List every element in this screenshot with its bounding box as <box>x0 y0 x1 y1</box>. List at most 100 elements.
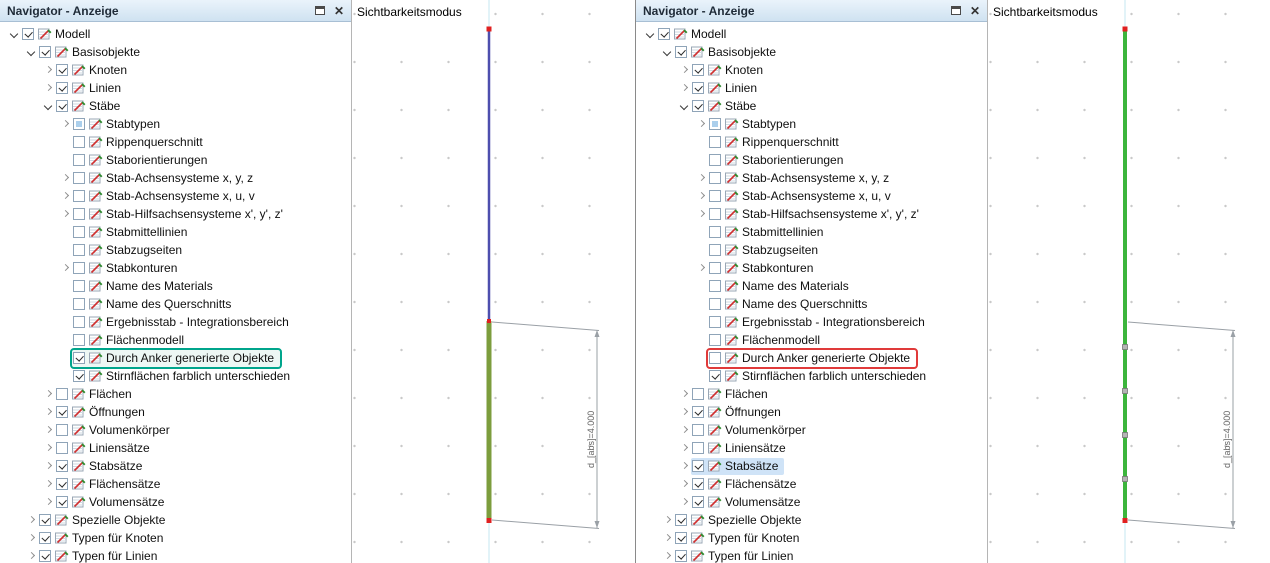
visibility-checkbox-on[interactable] <box>675 532 687 544</box>
tree-item-label[interactable]: Flächensätze <box>723 476 799 493</box>
visibility-checkbox-on[interactable] <box>56 82 68 94</box>
visibility-checkbox-off[interactable] <box>73 280 85 292</box>
viewport[interactable]: Sichtbarkeitsmodus d_[abs]=4.000 <box>352 0 635 563</box>
visibility-checkbox-on[interactable] <box>658 28 670 40</box>
tree-item-label[interactable]: Stabkonturen <box>740 260 816 277</box>
node-top[interactable] <box>1122 26 1128 32</box>
chevron-collapsed-icon[interactable] <box>695 190 708 203</box>
chevron-collapsed-icon[interactable] <box>59 172 72 185</box>
chevron-collapsed-icon[interactable] <box>695 118 708 131</box>
visibility-checkbox-off[interactable] <box>709 316 721 328</box>
visibility-checkbox-on[interactable] <box>56 64 68 76</box>
tree-item-label[interactable]: Modell <box>53 26 93 43</box>
chevron-collapsed-icon[interactable] <box>42 64 55 77</box>
visibility-checkbox-off[interactable] <box>73 298 85 310</box>
chevron-collapsed-icon[interactable] <box>678 442 691 455</box>
node-bottom[interactable] <box>486 518 492 523</box>
tree-item-label[interactable]: Linien <box>87 80 124 97</box>
visibility-checkbox-on[interactable] <box>56 478 68 490</box>
tree-item-label[interactable]: Stabzugseiten <box>740 242 821 259</box>
visibility-checkbox-off[interactable] <box>73 334 85 346</box>
visibility-checkbox-off[interactable] <box>709 190 721 202</box>
visibility-checkbox-off[interactable] <box>709 334 721 346</box>
visibility-checkbox-off[interactable] <box>709 262 721 274</box>
tree-item-label[interactable]: Name des Materials <box>740 278 852 295</box>
chevron-collapsed-icon[interactable] <box>661 532 674 545</box>
tree-item-label[interactable]: Typen für Knoten <box>70 530 166 547</box>
chevron-collapsed-icon[interactable] <box>59 208 72 221</box>
tree-item-label[interactable]: Stabsätze <box>723 458 781 475</box>
visibility-checkbox-off[interactable] <box>73 226 85 238</box>
tree-item-label[interactable]: Stirnflächen farblich unterschieden <box>104 368 293 385</box>
float-window-icon[interactable] <box>950 6 961 15</box>
visibility-checkbox-off[interactable] <box>709 244 721 256</box>
chevron-collapsed-icon[interactable] <box>678 424 691 437</box>
visibility-checkbox-off[interactable] <box>73 244 85 256</box>
node-junction[interactable] <box>487 319 491 323</box>
tree-item-label[interactable]: Stab-Hilfsachsensysteme x', y', z' <box>740 206 922 223</box>
chevron-collapsed-icon[interactable] <box>695 172 708 185</box>
visibility-checkbox-on[interactable] <box>675 46 687 58</box>
visibility-checkbox-off[interactable] <box>709 226 721 238</box>
chevron-collapsed-icon[interactable] <box>42 82 55 95</box>
visibility-checkbox-on[interactable] <box>56 460 68 472</box>
tree-item-label[interactable]: Spezielle Objekte <box>706 512 804 529</box>
tree-item-label[interactable]: Knoten <box>87 62 130 79</box>
tree-item-label[interactable]: Durch Anker generierte Objekte <box>740 350 913 367</box>
chevron-collapsed-icon[interactable] <box>42 496 55 509</box>
visibility-checkbox-off[interactable] <box>709 172 721 184</box>
chevron-collapsed-icon[interactable] <box>42 406 55 419</box>
tree-item-label[interactable]: Stabtypen <box>104 116 163 133</box>
chevron-expanded-icon[interactable] <box>661 46 674 59</box>
chevron-collapsed-icon[interactable] <box>678 496 691 509</box>
visibility-checkbox-off[interactable] <box>73 154 85 166</box>
chevron-collapsed-icon[interactable] <box>25 550 38 563</box>
chevron-collapsed-icon[interactable] <box>42 388 55 401</box>
node-top[interactable] <box>486 26 492 32</box>
visibility-checkbox-on[interactable] <box>692 406 704 418</box>
visibility-checkbox-partial[interactable] <box>709 118 721 130</box>
visibility-checkbox-on[interactable] <box>675 550 687 562</box>
close-icon[interactable]: ✕ <box>970 5 980 17</box>
visibility-checkbox-on[interactable] <box>56 496 68 508</box>
tree-item-label[interactable]: Name des Querschnitts <box>104 296 234 313</box>
visibility-checkbox-on[interactable] <box>692 100 704 112</box>
tree-item-label[interactable]: Flächenmodell <box>104 332 187 349</box>
tree-item-label[interactable]: Stab-Achsensysteme x, u, v <box>104 188 258 205</box>
chevron-expanded-icon[interactable] <box>644 28 657 41</box>
tree-item-label[interactable]: Öffnungen <box>723 404 784 421</box>
chevron-expanded-icon[interactable] <box>8 28 21 41</box>
chevron-collapsed-icon[interactable] <box>695 208 708 221</box>
chevron-collapsed-icon[interactable] <box>25 532 38 545</box>
tree-item-label[interactable]: Spezielle Objekte <box>70 512 168 529</box>
tree-item-label[interactable]: Stab-Achsensysteme x, y, z <box>740 170 892 187</box>
visibility-checkbox-on[interactable] <box>675 514 687 526</box>
chevron-collapsed-icon[interactable] <box>42 460 55 473</box>
chevron-collapsed-icon[interactable] <box>59 118 72 131</box>
visibility-checkbox-on[interactable] <box>692 496 704 508</box>
tree-item-label[interactable]: Modell <box>689 26 729 43</box>
tree-item-label[interactable]: Typen für Linien <box>70 548 160 563</box>
tree-item-label[interactable]: Stabmittellinien <box>740 224 826 241</box>
tree-item-label[interactable]: Rippenquerschnitt <box>104 134 206 151</box>
visibility-checkbox-on[interactable] <box>73 370 85 382</box>
chevron-collapsed-icon[interactable] <box>42 424 55 437</box>
tree-item-label[interactable]: Stabmittellinien <box>104 224 190 241</box>
float-window-icon[interactable] <box>314 6 325 15</box>
visibility-checkbox-off[interactable] <box>692 388 704 400</box>
visibility-checkbox-partial[interactable] <box>73 118 85 130</box>
visibility-checkbox-off[interactable] <box>692 424 704 436</box>
tree-item-label[interactable]: Stäbe <box>87 98 123 115</box>
chevron-collapsed-icon[interactable] <box>661 550 674 563</box>
tree-item-label[interactable]: Basisobjekte <box>706 44 779 61</box>
visibility-checkbox-off[interactable] <box>56 442 68 454</box>
chevron-expanded-icon[interactable] <box>678 100 691 113</box>
chevron-collapsed-icon[interactable] <box>678 406 691 419</box>
visibility-checkbox-on[interactable] <box>56 100 68 112</box>
visibility-checkbox-on[interactable] <box>39 532 51 544</box>
chevron-collapsed-icon[interactable] <box>59 190 72 203</box>
chevron-expanded-icon[interactable] <box>42 100 55 113</box>
visibility-checkbox-on[interactable] <box>56 406 68 418</box>
visibility-checkbox-on[interactable] <box>39 46 51 58</box>
tree-item-label[interactable]: Typen für Knoten <box>706 530 802 547</box>
